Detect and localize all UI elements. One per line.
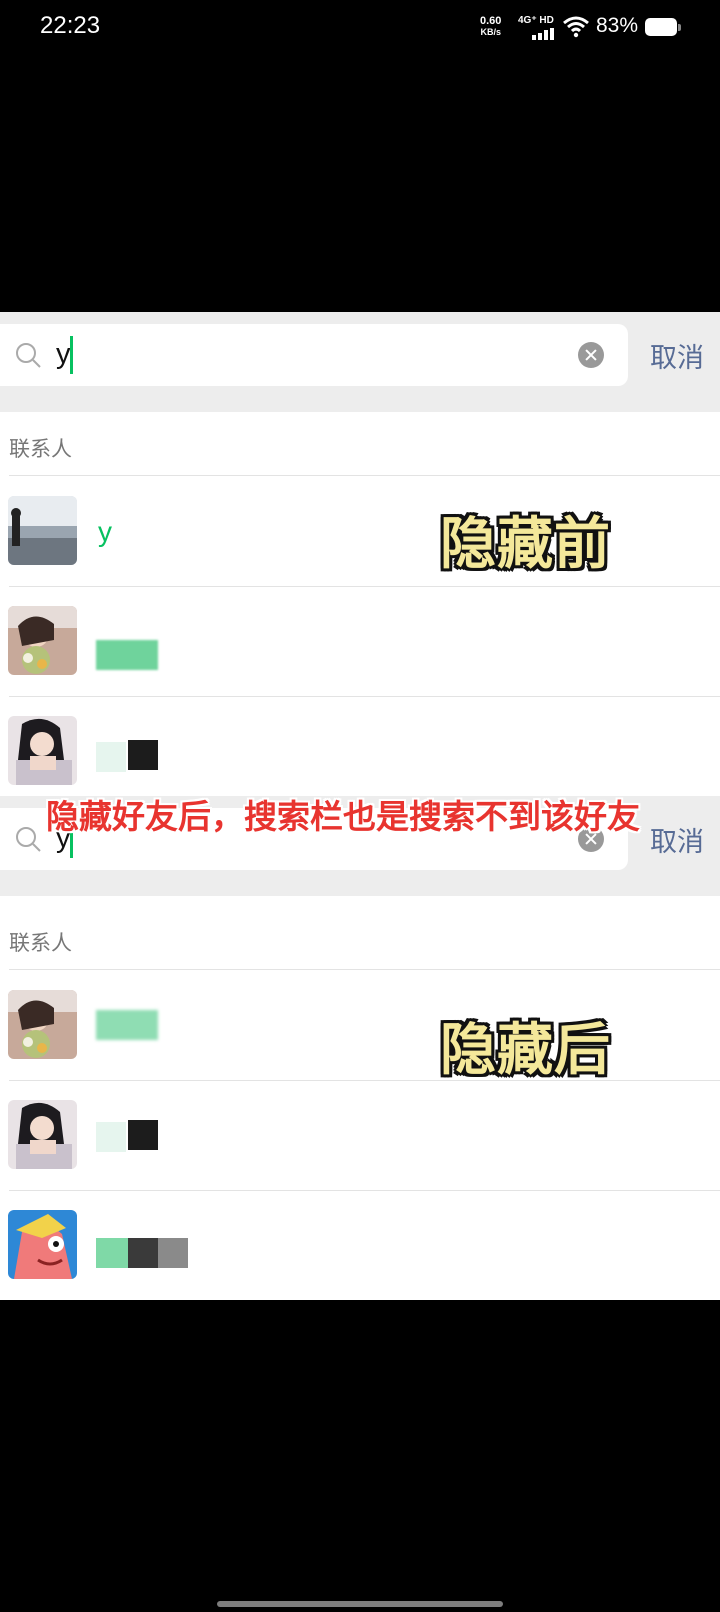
avatar (8, 990, 77, 1059)
blurred-name (128, 1238, 158, 1268)
avatar (8, 606, 77, 675)
blurred-name (128, 740, 158, 770)
contact-row[interactable] (0, 1194, 720, 1300)
caption-explanation: 隐藏好友后，搜索栏也是搜索不到该好友 (46, 797, 640, 836)
cancel-button[interactable]: 取消 (650, 820, 704, 859)
search-query-text: y (56, 338, 71, 370)
blurred-name (96, 640, 158, 670)
contact-row[interactable]: y (0, 480, 720, 590)
contact-row[interactable] (0, 590, 720, 700)
search-input-before[interactable]: y (0, 324, 628, 386)
avatar (8, 1100, 77, 1169)
network-speed: 0.60 KB/s (480, 16, 501, 38)
status-time: 22:23 (40, 12, 101, 39)
divider (9, 475, 720, 476)
contact-row[interactable] (0, 974, 720, 1084)
clear-icon[interactable] (578, 342, 604, 368)
text-cursor (70, 336, 73, 374)
home-indicator[interactable] (217, 1601, 503, 1607)
avatar (8, 716, 77, 785)
contact-name: y (98, 516, 112, 547)
cell-signal-icon (532, 28, 556, 40)
caption-after: 隐藏后 (440, 1018, 611, 1083)
divider (9, 586, 720, 587)
blurred-name (96, 1238, 128, 1268)
divider (9, 696, 720, 697)
blurred-name (128, 1120, 158, 1150)
network-speed-unit: KB/s (480, 27, 501, 37)
blurred-name (96, 1010, 158, 1040)
divider (9, 969, 720, 970)
wifi-icon (563, 16, 589, 38)
battery-icon (645, 18, 681, 36)
blurred-name (96, 742, 126, 772)
section-label-contacts: 联系人 (9, 931, 72, 955)
avatar (8, 496, 77, 565)
status-bar: 22:23 0.60 KB/s 4G⁺ HD 83% (0, 0, 720, 58)
battery-percent: 83% (596, 14, 639, 37)
cancel-button[interactable]: 取消 (650, 336, 704, 375)
divider (9, 1080, 720, 1081)
divider (9, 1190, 720, 1191)
blurred-name (158, 1238, 188, 1268)
screenshot-content: y 取消 联系人 y y 取消 联系人 隐藏前 隐藏后 隐藏好友后，搜索栏也是搜… (0, 312, 720, 1300)
section-label-contacts: 联系人 (9, 437, 72, 461)
caption-before: 隐藏前 (440, 512, 611, 577)
network-speed-value: 0.60 (480, 15, 502, 27)
blurred-name (96, 1122, 126, 1152)
search-icon (16, 343, 41, 368)
avatar (8, 1210, 77, 1279)
search-icon (16, 827, 41, 852)
search-bar-before: y 取消 (0, 312, 720, 412)
contact-row[interactable] (0, 1084, 720, 1194)
signal-type-label: 4G⁺ HD (518, 15, 554, 26)
